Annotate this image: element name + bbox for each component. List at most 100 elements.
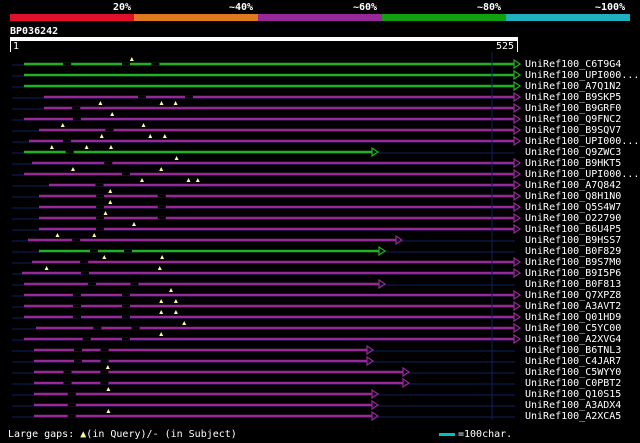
hit-label-link[interactable]: UniRef100_B9HSS7 <box>525 235 621 246</box>
hit-end-arrow <box>513 212 522 224</box>
query-gap-marker <box>195 178 200 182</box>
hit-end-arrow <box>378 278 387 290</box>
hit-end-arrow <box>366 344 375 356</box>
query-gap-marker <box>49 145 54 149</box>
query-gap-marker <box>98 101 103 105</box>
query-gap-marker <box>162 134 167 138</box>
query-gap-marker <box>92 233 97 237</box>
hit-label-link[interactable]: UniRef100_B9S7M0 <box>525 257 621 268</box>
hit-end-arrow <box>513 300 522 312</box>
query-gap-marker <box>159 167 164 171</box>
hit-label-link[interactable]: UniRef100_UPI000... <box>525 169 639 180</box>
hit-end-arrow <box>513 91 522 103</box>
hit-label-link[interactable]: UniRef100_B6TNL3 <box>525 345 621 356</box>
hit-label-link[interactable]: UniRef100_B0F813 <box>525 279 621 290</box>
query-gap-marker <box>141 123 146 127</box>
query-gap-marker <box>102 255 107 259</box>
hit-end-arrow <box>513 135 522 147</box>
hit-label-link[interactable]: UniRef100_B9I5P6 <box>525 268 621 279</box>
hit-label-link[interactable]: UniRef100_O22790 <box>525 213 621 224</box>
hit-label-link[interactable]: UniRef100_Q9ZWC3 <box>525 147 621 158</box>
hit-label-link[interactable]: UniRef100_C6T9G4 <box>525 59 621 70</box>
query-gap-marker <box>182 321 187 325</box>
query-gap-marker <box>71 167 75 171</box>
hit-label-link[interactable]: UniRef100_Q7XPZ8 <box>525 290 621 301</box>
hit-end-arrow <box>513 289 522 301</box>
hit-label-link[interactable]: UniRef100_A2XVG4 <box>525 334 621 345</box>
hit-label-link[interactable]: UniRef100_Q8H1N0 <box>525 191 621 202</box>
hit-label-link[interactable]: UniRef100_B9GRF0 <box>525 103 621 114</box>
hit-end-arrow <box>513 168 522 180</box>
query-gap-marker <box>160 255 165 259</box>
hit-end-arrow <box>513 179 522 191</box>
hit-label-link[interactable]: UniRef100_B9SQV7 <box>525 125 621 136</box>
query-gap-marker <box>174 156 179 160</box>
hit-end-arrow <box>378 245 387 257</box>
hit-label-link[interactable]: UniRef100_Q10S15 <box>525 389 621 400</box>
query-gap-marker <box>60 123 65 127</box>
query-gap-marker <box>110 112 115 116</box>
hit-end-arrow <box>513 256 522 268</box>
hit-label-link[interactable]: UniRef100_C0PBT2 <box>525 378 621 389</box>
hit-label-link[interactable]: UniRef100_B9SKP5 <box>525 92 621 103</box>
hit-end-arrow <box>513 267 522 279</box>
query-gap-marker <box>108 189 113 193</box>
gap-legend-prefix: Large gaps: <box>8 429 75 440</box>
hit-label-link[interactable]: UniRef100_Q5S4W7 <box>525 202 621 213</box>
hit-label-link[interactable]: UniRef100_C4JAR7 <box>525 356 621 367</box>
hit-end-arrow <box>513 322 522 334</box>
hit-label-link[interactable]: UniRef100_B6U4P5 <box>525 224 621 235</box>
hit-end-arrow <box>402 377 411 389</box>
hit-end-arrow <box>371 399 380 411</box>
query-gap-marker <box>99 134 104 138</box>
hit-label-link[interactable]: UniRef100_UPI000... <box>525 136 639 147</box>
hit-end-arrow <box>513 201 522 213</box>
hit-label-link[interactable]: UniRef100_C5WYY0 <box>525 367 621 378</box>
query-gap-marker <box>159 310 164 314</box>
hit-label-link[interactable]: UniRef100_Q01HD9 <box>525 312 621 323</box>
hit-label-link[interactable]: UniRef100_Q9FNC2 <box>525 114 621 125</box>
query-gap-marker <box>109 145 113 149</box>
query-gap-marker <box>173 299 178 303</box>
hit-label-link[interactable]: UniRef100_C5YC00 <box>525 323 621 334</box>
hit-label-link[interactable]: UniRef100_A7Q1N2 <box>525 81 621 92</box>
hit-end-arrow <box>371 146 380 158</box>
query-gap-marker <box>173 310 178 314</box>
query-gap-marker <box>169 288 173 292</box>
query-gap-marker <box>55 233 60 237</box>
hit-end-arrow <box>513 190 522 202</box>
hit-end-arrow <box>371 388 380 400</box>
hit-end-arrow <box>366 355 375 367</box>
query-gap-marker <box>106 387 111 391</box>
query-gap-marker <box>186 178 191 182</box>
gap-legend-subject: - (in Subject) <box>152 429 237 440</box>
hit-end-arrow <box>513 69 522 81</box>
gap-legend: Large gaps: ▲(in Query)/- (in Subject) <box>8 429 237 440</box>
query-gap-marker <box>44 266 49 270</box>
hit-end-arrow <box>395 234 404 246</box>
hit-label-link[interactable]: UniRef100_A3ADX4 <box>525 400 621 411</box>
hit-label-link[interactable]: UniRef100_A7Q842 <box>525 180 621 191</box>
scale-label: =100char. <box>458 429 513 440</box>
hit-end-arrow <box>513 157 522 169</box>
hit-label-link[interactable]: UniRef100_A2XCA5 <box>525 411 621 422</box>
hit-end-arrow <box>402 366 411 378</box>
gap-legend-query: (in Query)/ <box>86 429 153 440</box>
hit-label-link[interactable]: UniRef100_UPI000... <box>525 70 639 81</box>
hit-end-arrow <box>513 80 522 92</box>
query-gap-marker <box>105 365 110 369</box>
hit-label-link[interactable]: UniRef100_B0F829 <box>525 246 621 257</box>
query-gap-marker <box>129 57 134 61</box>
query-gap-marker <box>103 211 108 215</box>
query-gap-marker <box>84 145 89 149</box>
hit-end-arrow <box>513 58 522 70</box>
hit-label-link[interactable]: UniRef100_A3AVT2 <box>525 301 621 312</box>
hit-label-link[interactable]: UniRef100_B9HKT5 <box>525 158 621 169</box>
hit-end-arrow <box>513 102 522 114</box>
query-gap-marker <box>148 134 153 138</box>
query-gap-marker <box>173 101 178 105</box>
query-gap-marker <box>106 409 111 413</box>
hit-end-arrow <box>513 124 522 136</box>
query-gap-marker <box>157 266 162 270</box>
query-gap-marker <box>159 332 164 336</box>
